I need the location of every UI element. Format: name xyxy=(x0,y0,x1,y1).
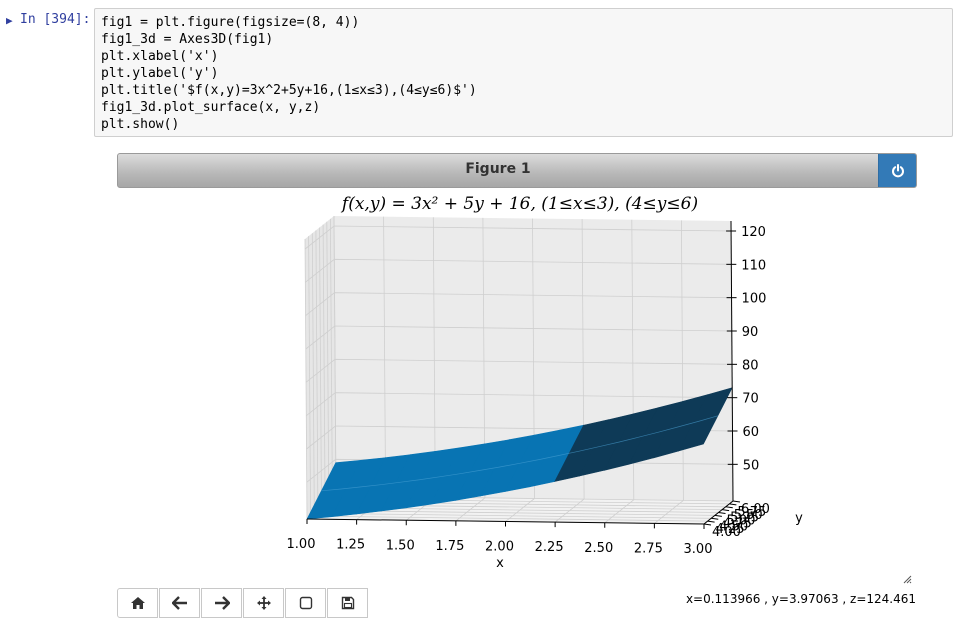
y-tick xyxy=(714,514,722,517)
x-tick-label: 3.00 xyxy=(684,542,713,557)
z-tick-label: 100 xyxy=(742,292,767,307)
input-prompt: In [394]: xyxy=(20,12,91,27)
z-tick-label: 110 xyxy=(741,258,766,273)
x-axis-label: x xyxy=(496,556,504,571)
x-tick-label: 1.75 xyxy=(435,539,464,554)
y-tick xyxy=(707,520,715,523)
arrow-left-icon xyxy=(171,596,187,610)
z-tick-label: 90 xyxy=(742,325,759,340)
back-button[interactable] xyxy=(159,588,200,618)
z-tick-label: 50 xyxy=(743,458,760,473)
forward-button[interactable] xyxy=(201,588,242,618)
x-tick-label: 2.50 xyxy=(584,541,613,556)
code-cell[interactable]: fig1 = plt.figure(figsize=(8, 4)) fig1_3… xyxy=(94,8,953,137)
surface-plot[interactable]: 1.00 1.25 1.50 1.75 2.00 2.25 2.50 2.75 3.004.00… xyxy=(117,188,917,580)
save-figure-button[interactable] xyxy=(327,588,368,618)
y-tick xyxy=(732,500,741,503)
pan-button[interactable] xyxy=(243,588,284,618)
figure-title: Figure 1 xyxy=(465,161,531,177)
cell-collapse-toggle[interactable]: ▶ xyxy=(6,14,13,27)
figure-header: Figure 1 xyxy=(117,153,917,188)
code-line: fig1_3d = Axes3D(fig1) xyxy=(101,32,274,47)
y-tick xyxy=(729,503,737,506)
x-tick-label: 1.50 xyxy=(386,538,415,553)
z-tick-label: 80 xyxy=(742,358,759,373)
resize-grip-icon[interactable] xyxy=(902,574,912,584)
code-line: fig1_3d.plot_surface(x, y,z) xyxy=(101,100,321,115)
zoom-rect-button[interactable] xyxy=(285,588,326,618)
square-icon xyxy=(299,596,312,610)
z-tick-label: 70 xyxy=(742,392,759,407)
y-tick-label: 6.00 xyxy=(741,502,770,517)
arrow-right-icon xyxy=(214,596,230,610)
z-tick-label: 120 xyxy=(741,225,766,240)
y-tick xyxy=(725,506,733,509)
figure-toolbar xyxy=(117,588,369,618)
y-tick xyxy=(718,512,726,514)
code-line: plt.ylabel('y') xyxy=(101,66,219,81)
y-axis-label: y xyxy=(795,511,803,526)
code-line: plt.show() xyxy=(101,117,180,132)
code-line: fig1 = plt.figure(figsize=(8, 4)) xyxy=(101,15,360,30)
x-tick-label: 2.75 xyxy=(634,541,663,556)
x-tick-label: 1.00 xyxy=(287,537,316,552)
code-line: plt.title('$f(x,y)=3x^2+5y+16,(1≤x≤3),(4… xyxy=(101,83,477,98)
floppy-icon xyxy=(341,596,354,610)
cursor-coordinate-readout: x=0.113966 , y=3.97063 , z=124.461 xyxy=(685,592,916,606)
close-figure-button[interactable] xyxy=(878,154,916,187)
x-tick-label: 2.00 xyxy=(485,540,514,555)
x-tick-label: 2.25 xyxy=(535,540,564,555)
y-tick xyxy=(722,509,730,512)
y-tick xyxy=(711,517,719,520)
z-tick-label: 60 xyxy=(743,425,760,440)
home-icon xyxy=(130,597,145,609)
y-tick xyxy=(703,523,712,526)
power-icon xyxy=(891,163,904,177)
x-tick-label: 1.25 xyxy=(336,538,365,553)
home-button[interactable] xyxy=(117,588,158,618)
move-icon xyxy=(256,596,271,610)
code-line: plt.xlabel('x') xyxy=(101,49,219,64)
